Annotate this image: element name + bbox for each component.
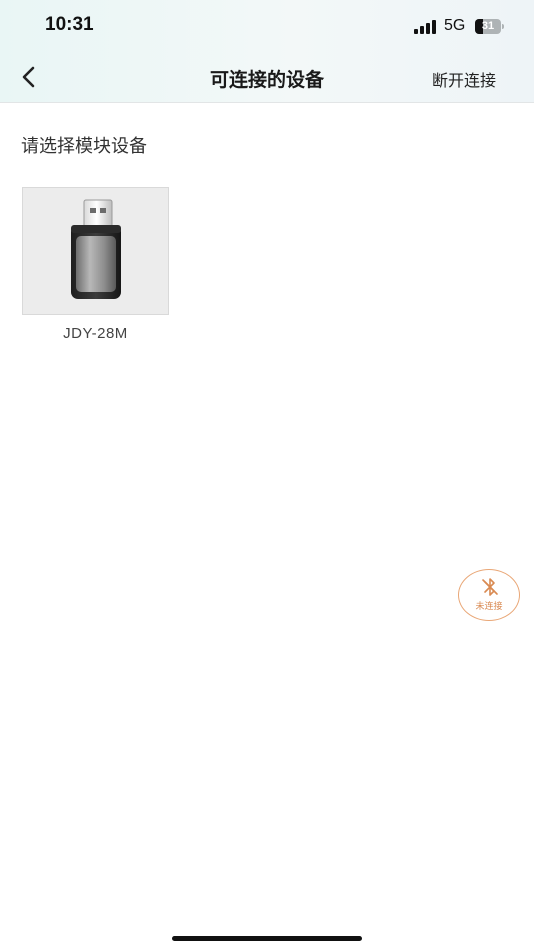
nav-bar: 可连接的设备 断开连接 bbox=[0, 54, 534, 103]
chevron-left-icon bbox=[22, 66, 35, 88]
network-type: 5G bbox=[444, 17, 466, 34]
top-area: 10:31 5G 31 可连接的设备 断开连接 bbox=[0, 0, 534, 103]
status-time: 10:31 bbox=[45, 14, 94, 35]
home-indicator[interactable] bbox=[172, 936, 362, 941]
device-card[interactable]: JDY-28M bbox=[22, 187, 172, 347]
device-thumbnail bbox=[22, 187, 169, 315]
usb-dongle-icon bbox=[71, 199, 121, 299]
device-name: JDY-28M bbox=[63, 325, 128, 342]
section-title: 请选择模块设备 bbox=[21, 136, 147, 157]
bluetooth-off-icon bbox=[482, 578, 498, 596]
battery-icon: 31 bbox=[475, 19, 505, 34]
disconnect-button[interactable]: 断开连接 bbox=[432, 67, 496, 91]
status-bar: 10:31 5G 31 bbox=[0, 0, 534, 54]
cellular-signal-icon bbox=[414, 20, 438, 34]
connection-status-button[interactable]: 未连接 bbox=[458, 569, 520, 621]
battery-level: 31 bbox=[481, 20, 495, 32]
connection-status-label: 未连接 bbox=[475, 602, 503, 612]
back-button[interactable] bbox=[14, 62, 44, 92]
